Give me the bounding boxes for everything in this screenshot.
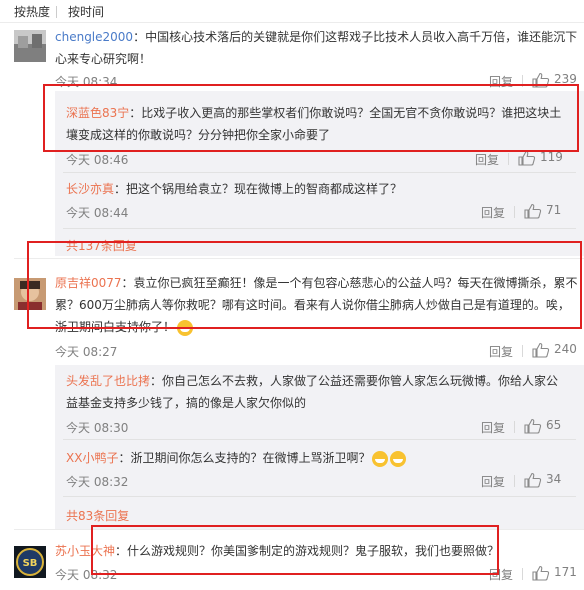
divider <box>63 228 576 229</box>
action-divider <box>522 568 523 580</box>
more-replies-link[interactable]: 共83条回复 <box>66 507 129 524</box>
reply-button[interactable]: 回复 <box>481 419 505 436</box>
comment-timestamp: 今天 08:27 <box>55 345 118 359</box>
svg-text:SB: SB <box>23 558 38 569</box>
divider <box>63 496 576 497</box>
thumbs-up-icon <box>524 472 542 488</box>
like-count: 34 <box>546 472 562 486</box>
action-divider <box>508 153 509 165</box>
reply-button[interactable]: 回复 <box>481 204 505 221</box>
sort-divider <box>56 6 57 18</box>
reply-timestamp: 今天 08:44 <box>66 206 129 220</box>
reply-button[interactable]: 回复 <box>489 343 513 360</box>
action-divider <box>514 421 515 433</box>
highlight-box <box>91 525 499 575</box>
thumbs-up-icon <box>518 150 536 166</box>
reply-text: 长沙亦真：把这个锅甩给袁立？现在微博上的智商都成这样了？ <box>66 182 403 196</box>
avatar[interactable] <box>14 30 46 62</box>
avatar[interactable]: SB <box>14 546 46 578</box>
like-count: 119 <box>540 150 563 164</box>
like-count: 240 <box>554 342 577 356</box>
reply-text: XX小鸭子：浙卫期间你怎么支持的？在微博上骂浙卫啊？ <box>66 447 580 469</box>
action-divider <box>514 475 515 487</box>
reply-timestamp: 今天 08:46 <box>66 153 129 167</box>
reply-button[interactable]: 回复 <box>475 151 499 168</box>
like-count: 171 <box>554 565 577 579</box>
grin-emoji-icon <box>372 450 389 467</box>
action-divider <box>522 345 523 357</box>
avatar-photo-icon <box>14 30 46 62</box>
divider <box>0 22 584 23</box>
reply-timestamp: 今天 08:32 <box>66 475 129 489</box>
action-divider <box>514 206 515 218</box>
like-count: 71 <box>546 203 562 217</box>
sort-by-time[interactable]: 按时间 <box>68 3 104 20</box>
comment-text: chengle2000：中国核心技术落后的关键就是你们这帮戏子比技术人员收入高千… <box>55 30 578 66</box>
reply-username[interactable]: XX小鸭子 <box>66 451 118 465</box>
thumbs-up-icon <box>524 203 542 219</box>
reply-text: 头发乱了也比拷：你自己怎么不去救，人家做了公益还需要你管人家怎么玩微博。你给人家… <box>66 374 559 410</box>
reply-timestamp: 今天 08:30 <box>66 421 129 435</box>
thumbs-up-icon <box>532 342 550 358</box>
thumbs-up-icon <box>532 565 550 581</box>
highlight-box <box>43 84 579 152</box>
sort-by-hot[interactable]: 按热度 <box>14 3 50 20</box>
comment-username[interactable]: chengle2000 <box>55 30 133 44</box>
thumbs-up-icon <box>524 418 542 434</box>
highlight-box <box>27 241 582 329</box>
reply-username[interactable]: 头发乱了也比拷 <box>66 374 150 388</box>
divider <box>63 439 576 440</box>
divider <box>63 172 576 173</box>
sort-bar: 按热度 按时间 <box>0 0 584 22</box>
like-count: 65 <box>546 418 562 432</box>
sb-badge-icon: SB <box>14 546 46 578</box>
reply-username[interactable]: 长沙亦真 <box>66 182 114 196</box>
grin-emoji-icon <box>390 450 407 467</box>
reply-button[interactable]: 回复 <box>481 473 505 490</box>
